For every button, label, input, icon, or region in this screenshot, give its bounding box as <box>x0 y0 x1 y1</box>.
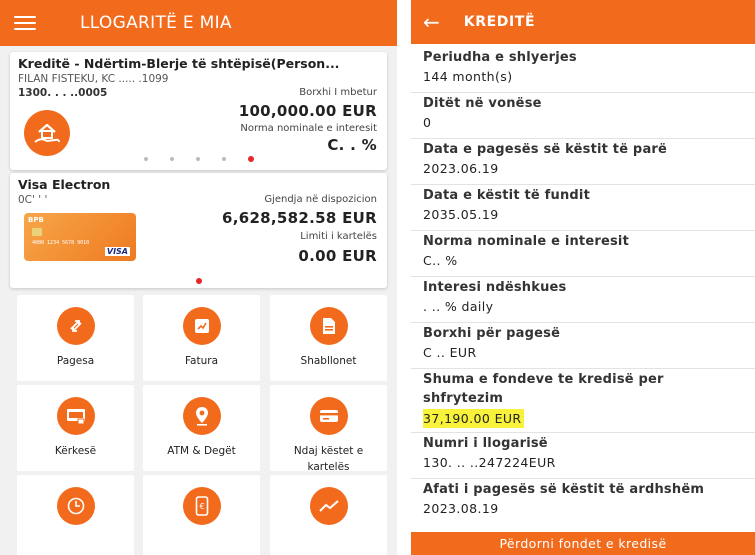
detail-label: Numri i llogarisë <box>423 436 548 451</box>
carousel-dots[interactable] <box>10 156 387 162</box>
detail-value: 130. .. ..247224EUR <box>423 455 556 470</box>
tile-label: Pagesa <box>56 355 95 367</box>
tile-label: Shabllonet <box>300 355 357 367</box>
svg-text:€: € <box>199 502 204 511</box>
detail-row-periudha: Periudha e shlyerjes 144 month(s) <box>411 48 755 93</box>
visa-title: Visa Electron <box>18 177 111 192</box>
visa-balance-value: 6,628,582.58 EUR <box>221 209 377 227</box>
credit-card-image: BPB 4000 1234 5678 9010 VISA <box>24 213 136 261</box>
visa-limit-label: Limiti i kartelës <box>300 231 377 242</box>
tile-label: Ndaj këstet e kartelës <box>293 445 364 473</box>
detail-value: C.. % <box>423 253 458 268</box>
loan-details-screen: ← KREDITË Periudha e shlyerjes 144 month… <box>411 0 755 555</box>
loan-account-number: 1300. . . ..0005 <box>18 87 108 99</box>
page-title: KREDITË <box>463 14 536 30</box>
tile-shabllonet[interactable]: Shabllonet <box>270 295 387 381</box>
bank-logo: BPB <box>28 216 44 224</box>
house-hand-icon <box>24 110 70 156</box>
visa-account-number: 0C' ' ' <box>18 194 48 206</box>
detail-label: Periudha e shlyerjes <box>423 50 577 65</box>
page-title: LLOGARITË E MIA <box>80 13 232 33</box>
detail-row-kesti-fundit: Data e këstit të fundit 2035.05.19 <box>411 186 755 231</box>
tile-label: Kërkesë <box>54 445 97 457</box>
detail-label: Interesi ndëshkues <box>423 280 567 295</box>
detail-row-norma-interesit: Norma nominale e interesit C.. % <box>411 232 755 277</box>
detail-label: Borxhi për pagesë <box>423 326 561 341</box>
invoice-icon <box>182 307 221 345</box>
visa-logo: VISA <box>104 247 130 256</box>
detail-row-kesti-pare: Data e pagesës së këstit të parë 2023.06… <box>411 140 755 185</box>
visa-limit-value: 0.00 EUR <box>298 247 377 265</box>
accounts-header: LLOGARITË E MIA <box>0 0 397 46</box>
detail-value: 2035.05.19 <box>423 207 499 222</box>
tile-fatura[interactable]: Fatura <box>143 295 260 381</box>
detail-row-borxhi-pagese: Borxhi për pagesë C .. EUR <box>411 324 755 369</box>
use-loan-funds-button[interactable]: Përdorni fondet e kredisë <box>411 532 755 555</box>
detail-label: Norma nominale e interesit <box>423 234 630 249</box>
detail-row-afati-kestit: Afati i pagesës së këstit të ardhshëm 20… <box>411 480 755 530</box>
card-icon <box>309 397 348 435</box>
detail-row-interesi-ndeshkues: Interesi ndëshkues . .. % daily <box>411 278 755 323</box>
document-icon <box>309 307 348 345</box>
clock-icon <box>56 487 95 525</box>
loan-rate-label: Norma nominale e interesit <box>240 123 377 134</box>
detail-value: 0 <box>423 115 432 130</box>
tile-label: ATM & Degët <box>167 445 236 457</box>
detail-value: 2023.06.19 <box>423 161 499 176</box>
loan-rate-value: C. . % <box>327 136 377 154</box>
accounts-screen: LLOGARITË E MIA Kreditë - Ndërtim-Blerje… <box>0 0 397 555</box>
loan-account-card[interactable]: Kreditë - Ndërtim-Blerje të shtëpisë(Per… <box>10 52 387 170</box>
loan-debt-label: Borxhi I mbetur <box>299 87 377 98</box>
tile-pagesa[interactable]: Pagesa <box>17 295 134 381</box>
detail-value: 144 month(s) <box>423 69 513 84</box>
detail-label: Shuma e fondeve te kredisë per shfrytezi… <box>423 372 664 406</box>
detail-label: Data e pagesës së këstit të parë <box>423 142 668 157</box>
tile-investments[interactable] <box>270 475 387 555</box>
visa-balance-label: Gjendja në dispozicion <box>264 194 377 205</box>
detail-value: . .. % daily <box>423 299 494 314</box>
card-chip-icon <box>32 228 42 236</box>
tile-history[interactable] <box>17 475 134 555</box>
tile-mobile-euro[interactable]: € <box>143 475 260 555</box>
loan-title: Kreditë - Ndërtim-Blerje të shtëpisë(Per… <box>18 56 340 71</box>
location-pin-icon <box>182 397 221 435</box>
visa-card-account[interactable]: Visa Electron 0C' ' ' Gjendja në dispozi… <box>10 173 387 288</box>
carousel-dot <box>195 278 202 284</box>
loan-details-header: ← KREDITË <box>411 0 755 44</box>
detail-row-numri-llogarise: Numri i llogarisë 130. .. ..247224EUR <box>411 434 755 479</box>
tile-atm-deget[interactable]: ATM & Degët <box>143 385 260 471</box>
tile-label: Fatura <box>184 355 219 367</box>
request-icon <box>56 397 95 435</box>
transfer-icon <box>56 307 95 345</box>
trend-chart-icon <box>309 487 348 525</box>
detail-value: C .. EUR <box>423 345 477 360</box>
detail-label: Data e këstit të fundit <box>423 188 590 203</box>
detail-label: Ditët në vonëse <box>423 96 542 111</box>
detail-row-shuma-fondeve: Shuma e fondeve te kredisë per shfrytezi… <box>411 370 755 433</box>
detail-row-ditet-vonese: Ditët në vonëse 0 <box>411 94 755 139</box>
tile-ndaj-kestet[interactable]: Ndaj këstet e kartelës <box>270 385 387 473</box>
loan-owner: FILAN FISTEKU, KC ..... .1099 <box>18 73 169 85</box>
back-arrow-icon[interactable]: ← <box>423 10 440 34</box>
phone-euro-icon: € <box>182 487 221 525</box>
tile-kerkese[interactable]: Kërkesë <box>17 385 134 471</box>
detail-value-highlighted: 37,190.00 EUR <box>423 409 524 428</box>
detail-label: Afati i pagesës së këstit të ardhshëm <box>423 482 705 497</box>
card-number: 4000 1234 5678 9010 <box>32 240 90 246</box>
detail-value: 2023.08.19 <box>423 501 499 516</box>
hamburger-menu-icon[interactable] <box>14 16 36 30</box>
loan-debt-value: 100,000.00 EUR <box>238 102 377 120</box>
